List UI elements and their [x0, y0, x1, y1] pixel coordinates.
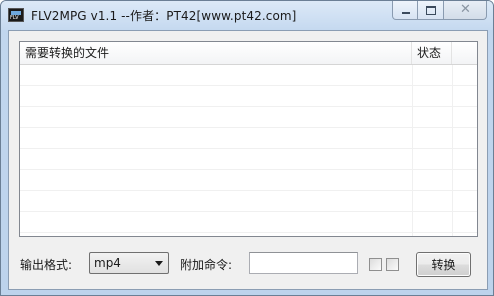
output-format-value: mp4	[94, 256, 121, 270]
column-gridline	[452, 65, 453, 236]
list-row	[20, 107, 477, 128]
list-header: 需要转换的文件 状态	[20, 42, 477, 65]
maximize-button[interactable]	[418, 1, 444, 20]
caption-buttons: ✕	[392, 1, 487, 21]
output-format-label: 输出格式:	[20, 258, 73, 272]
dropdown-arrow-icon	[155, 261, 163, 266]
close-icon: ✕	[460, 2, 471, 17]
app-film-icon[interactable]	[8, 8, 24, 22]
close-button[interactable]: ✕	[444, 1, 487, 20]
list-row	[20, 128, 477, 149]
options-bar: 输出格式: mp4 附加命令: 转换	[9, 243, 487, 283]
title-bar[interactable]: FLV2MPG v1.1 --作者：PT42[www.pt42.com] ✕	[1, 1, 493, 30]
list-row	[20, 212, 477, 233]
column-header-status[interactable]: 状态	[412, 42, 452, 64]
minimize-icon	[402, 12, 410, 14]
extra-command-label: 附加命令:	[180, 258, 233, 272]
minimize-button[interactable]	[392, 1, 418, 20]
maximize-icon	[426, 6, 436, 15]
list-row	[20, 86, 477, 107]
column-gridline	[412, 65, 413, 236]
app-window: FLV2MPG v1.1 --作者：PT42[www.pt42.com] ✕ 需…	[0, 0, 494, 296]
output-format-select[interactable]: mp4	[89, 252, 169, 274]
list-row	[20, 65, 477, 86]
option-checkbox-2[interactable]	[386, 258, 399, 271]
list-row	[20, 191, 477, 212]
convert-button[interactable]: 转换	[416, 252, 471, 277]
list-row	[20, 170, 477, 191]
client-area: 需要转换的文件 状态 输出格式: mp4 附加命令: 转换	[8, 30, 488, 290]
list-row	[20, 149, 477, 170]
column-header-file[interactable]: 需要转换的文件	[20, 42, 412, 64]
option-checkbox-1[interactable]	[369, 258, 382, 271]
file-list[interactable]: 需要转换的文件 状态	[19, 41, 478, 237]
extra-command-input[interactable]	[249, 252, 358, 274]
list-body[interactable]	[20, 65, 477, 236]
window-title: FLV2MPG v1.1 --作者：PT42[www.pt42.com]	[31, 9, 297, 23]
